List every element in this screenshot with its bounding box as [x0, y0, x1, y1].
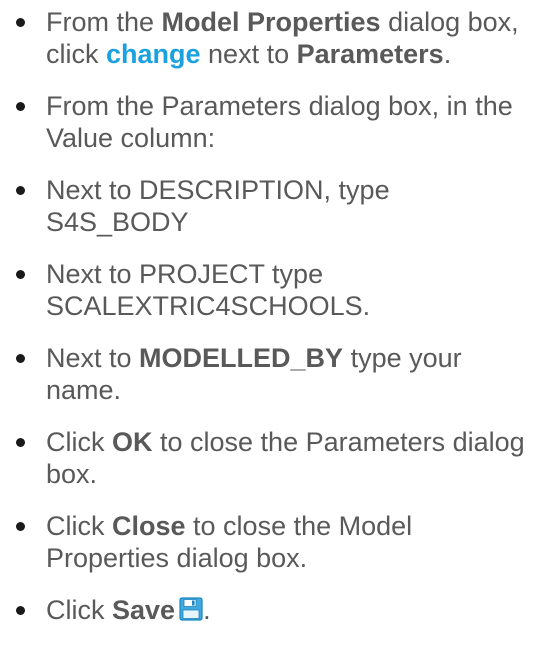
step-text: Click [46, 427, 112, 457]
step-text: From the [46, 7, 162, 37]
step-text: Next to DESCRIPTION, type S4S_BODY [46, 175, 390, 237]
list-item: Click OK to close the Parameters dialog … [14, 426, 537, 490]
floppy-disk-icon[interactable] [179, 596, 203, 628]
step-text: From the Parameters dialog box, in the V… [46, 91, 513, 153]
step-text: Next to [46, 343, 140, 373]
instruction-list: From the Model Properties dialog box, cl… [0, 0, 551, 628]
close-label: Close [112, 511, 186, 541]
list-item: Next to PROJECT type SCALEXTRIC4SCHOOLS. [14, 258, 537, 322]
change-link[interactable]: change [106, 39, 201, 69]
save-label: Save [112, 595, 176, 625]
list-item: Click Close to close the Model Propertie… [14, 510, 537, 574]
step-text: next to [200, 39, 297, 69]
list-item: From the Model Properties dialog box, cl… [14, 6, 537, 70]
model-properties-label: Model Properties [161, 7, 381, 37]
list-item: Click Save. [14, 594, 537, 628]
list-item: Next to MODELLED_BY type your name. [14, 342, 537, 406]
step-text: . [443, 39, 452, 69]
step-text: . [203, 595, 211, 625]
list-item: From the Parameters dialog box, in the V… [14, 90, 537, 154]
parameters-label: Parameters [296, 39, 444, 69]
step-text: Click [46, 511, 112, 541]
list-item: Next to DESCRIPTION, type S4S_BODY [14, 174, 537, 238]
step-text: Next to PROJECT type SCALEXTRIC4SCHOOLS. [46, 259, 371, 321]
modelled-by-label: MODELLED_BY [139, 343, 344, 373]
ok-label: OK [112, 427, 153, 457]
step-text: Click [46, 595, 112, 625]
